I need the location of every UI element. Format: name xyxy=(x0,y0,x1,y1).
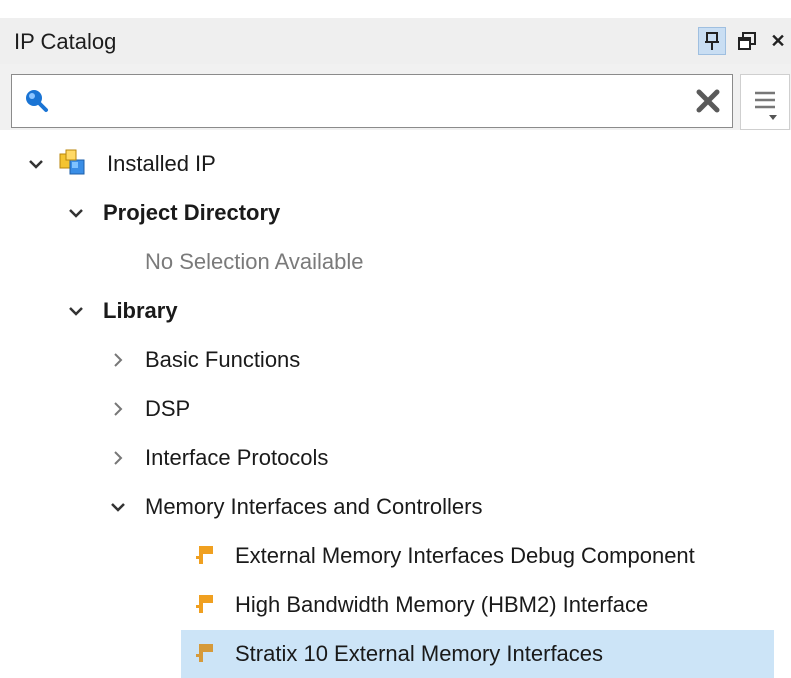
tree-item-project-directory[interactable]: Project Directory xyxy=(0,189,791,237)
ip-component-icon xyxy=(195,593,217,615)
tree-item-stratix10-emif[interactable]: Stratix 10 External Memory Interfaces xyxy=(0,630,791,678)
chevron-down-icon[interactable] xyxy=(26,154,46,174)
tree-label-project-directory: Project Directory xyxy=(103,200,281,225)
search-row xyxy=(0,64,791,130)
search-input[interactable] xyxy=(56,83,660,119)
tree-item-emif-debug[interactable]: External Memory Interfaces Debug Compone… xyxy=(0,532,791,580)
clear-search-icon[interactable] xyxy=(695,88,721,119)
chevron-right-icon[interactable] xyxy=(108,350,128,370)
tree-label-dsp: DSP xyxy=(145,396,191,421)
tree-item-no-selection: No Selection Available xyxy=(0,238,791,286)
panel-titlebar: IP Catalog ✕ xyxy=(0,18,791,65)
search-icon xyxy=(24,88,50,119)
installed-ip-icon xyxy=(58,148,88,184)
tree-label-library: Library xyxy=(103,298,178,323)
search-box[interactable] xyxy=(11,74,733,128)
options-menu-button[interactable] xyxy=(740,74,790,130)
ip-component-icon xyxy=(195,642,217,664)
tree-item-interface-protocols[interactable]: Interface Protocols xyxy=(0,434,791,482)
tree-item-basic-functions[interactable]: Basic Functions xyxy=(0,336,791,384)
tree-item-library[interactable]: Library xyxy=(0,287,791,335)
close-icon[interactable]: ✕ xyxy=(764,27,791,55)
tree-label-item: High Bandwidth Memory (HBM2) Interface xyxy=(235,592,649,617)
tree-label-item: Stratix 10 External Memory Interfaces xyxy=(235,641,604,666)
pin-icon[interactable] xyxy=(698,27,726,55)
hamburger-icon xyxy=(755,91,777,120)
panel-title: IP Catalog xyxy=(14,29,117,54)
chevron-down-icon[interactable] xyxy=(66,301,86,321)
float-window-icon[interactable] xyxy=(733,27,761,55)
tree-item-dsp[interactable]: DSP xyxy=(0,385,791,433)
chevron-right-icon[interactable] xyxy=(108,448,128,468)
tree-label-installed-ip: Installed IP xyxy=(107,151,216,176)
ip-component-icon xyxy=(195,544,217,566)
tree-label-interface-protocols: Interface Protocols xyxy=(145,445,329,470)
chevron-right-icon[interactable] xyxy=(108,399,128,419)
tree-label-basic-functions: Basic Functions xyxy=(145,347,301,372)
chevron-down-icon[interactable] xyxy=(66,203,86,223)
tree-label-item: External Memory Interfaces Debug Compone… xyxy=(235,543,695,568)
tree-item-hbm2[interactable]: High Bandwidth Memory (HBM2) Interface xyxy=(0,581,791,629)
tree-item-installed-ip[interactable]: Installed IP xyxy=(0,140,791,188)
chevron-down-icon[interactable] xyxy=(108,497,128,517)
tree-label-memory-interfaces: Memory Interfaces and Controllers xyxy=(145,494,483,519)
tree-label-no-selection: No Selection Available xyxy=(145,249,364,274)
tree-item-memory-interfaces[interactable]: Memory Interfaces and Controllers xyxy=(0,483,791,531)
